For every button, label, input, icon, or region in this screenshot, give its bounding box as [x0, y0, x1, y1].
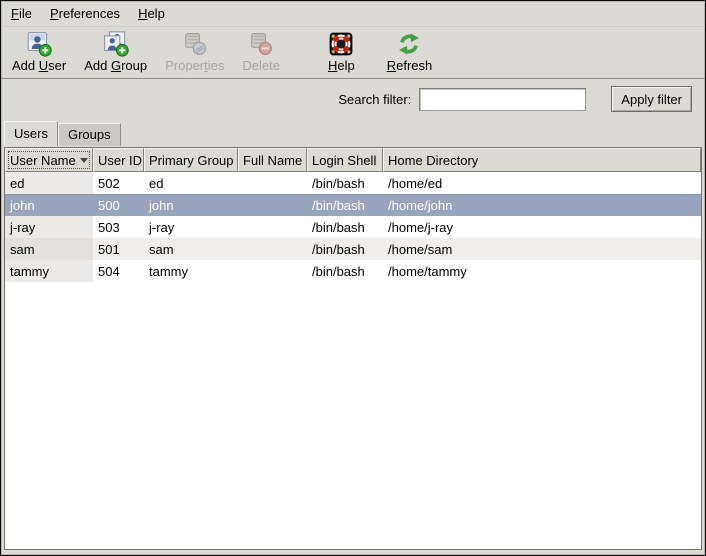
cell-full-name — [238, 216, 307, 238]
filter-bar: Search filter: Apply filter — [1, 79, 705, 119]
table-row-j-ray[interactable]: j-ray503j-ray/bin/bash/home/j-ray — [5, 216, 701, 238]
table-row-sam[interactable]: sam501sam/bin/bash/home/sam — [5, 238, 701, 260]
column-header-login-shell[interactable]: Login Shell — [307, 148, 383, 172]
properties-icon — [182, 31, 208, 57]
delete-label: Delete — [242, 58, 280, 73]
add-user-icon — [26, 31, 52, 57]
notebook-page-users: User Name User ID Primary Group Full Nam… — [1, 146, 705, 555]
cell-user-id: 504 — [93, 260, 144, 282]
cell-user-name: j-ray — [5, 216, 93, 238]
menu-preferences-label: references — [59, 6, 120, 21]
cell-login-shell: /bin/bash — [307, 238, 383, 260]
properties-label: Properties — [165, 58, 224, 73]
add-user-label: Add User — [12, 58, 66, 73]
apply-filter-button[interactable]: Apply filter — [611, 86, 692, 112]
cell-user-name: john — [5, 194, 93, 216]
user-manager-window: { "colors": { "window_bg": "#dcdad5", "s… — [0, 0, 706, 556]
add-user-button[interactable]: Add User — [4, 30, 74, 74]
menu-file-label: ile — [19, 6, 32, 21]
cell-login-shell: /bin/bash — [307, 260, 383, 282]
cell-user-name: ed — [5, 172, 93, 194]
column-header-home-directory[interactable]: Home Directory — [383, 148, 701, 172]
cell-login-shell: /bin/bash — [307, 172, 383, 194]
table-row-ed[interactable]: ed502ed/bin/bash/home/ed — [5, 172, 701, 194]
menu-help-label: elp — [147, 6, 164, 21]
cell-user-name: sam — [5, 238, 93, 260]
users-table-header: User Name User ID Primary Group Full Nam… — [5, 148, 701, 172]
search-filter-input[interactable] — [419, 88, 586, 111]
cell-primary-group: john — [144, 194, 238, 216]
table-row-john[interactable]: john500john/bin/bash/home/john — [5, 194, 701, 216]
cell-home-directory: /home/j-ray — [383, 216, 701, 238]
menu-file[interactable]: File — [2, 2, 41, 25]
tab-strip: Users Groups — [1, 119, 705, 146]
column-header-primary-group[interactable]: Primary Group — [144, 148, 238, 172]
column-header-user-name[interactable]: User Name — [5, 148, 93, 172]
cell-user-id: 500 — [93, 194, 144, 216]
menubar: File Preferences Help — [1, 1, 705, 27]
tab-users[interactable]: Users — [4, 121, 58, 146]
cell-full-name — [238, 194, 307, 216]
sort-down-icon — [80, 158, 88, 163]
cell-full-name — [238, 238, 307, 260]
add-group-label: Add Group — [84, 58, 147, 73]
menu-preferences-mnemonic: P — [50, 6, 59, 21]
cell-login-shell: /bin/bash — [307, 194, 383, 216]
cell-login-shell: /bin/bash — [307, 216, 383, 238]
cell-primary-group: sam — [144, 238, 238, 260]
cell-home-directory: /home/john — [383, 194, 701, 216]
cell-primary-group: j-ray — [144, 216, 238, 238]
cell-primary-group: tammy — [144, 260, 238, 282]
cell-user-id: 503 — [93, 216, 144, 238]
menu-help[interactable]: Help — [129, 2, 174, 25]
column-header-user-id[interactable]: User ID — [93, 148, 144, 172]
cell-user-id: 502 — [93, 172, 144, 194]
cell-full-name — [238, 172, 307, 194]
users-table: User Name User ID Primary Group Full Nam… — [4, 147, 702, 550]
add-group-button[interactable]: Add Group — [76, 30, 155, 74]
refresh-button[interactable]: Refresh — [379, 30, 441, 74]
cell-primary-group: ed — [144, 172, 238, 194]
toolbar: Add User Add Group Pro — [1, 27, 705, 79]
search-filter-label: Search filter: — [338, 92, 411, 107]
properties-button[interactable]: Properties — [157, 30, 232, 74]
refresh-icon — [396, 31, 422, 57]
cell-user-id: 501 — [93, 238, 144, 260]
help-icon — [328, 31, 354, 57]
delete-button[interactable]: Delete — [234, 30, 288, 74]
cell-user-name: tammy — [5, 260, 93, 282]
user-table-rows: ed502ed/bin/bash/home/edjohn500john/bin/… — [5, 172, 701, 549]
refresh-label: Refresh — [387, 58, 433, 73]
add-group-icon — [103, 31, 129, 57]
tab-groups[interactable]: Groups — [58, 123, 121, 146]
column-header-full-name[interactable]: Full Name — [238, 148, 307, 172]
cell-home-directory: /home/sam — [383, 238, 701, 260]
help-label: Help — [328, 58, 355, 73]
menu-preferences[interactable]: Preferences — [41, 2, 129, 25]
cell-home-directory: /home/ed — [383, 172, 701, 194]
cell-full-name — [238, 260, 307, 282]
delete-icon — [248, 31, 274, 57]
cell-home-directory: /home/tammy — [383, 260, 701, 282]
help-button[interactable]: Help — [320, 30, 363, 74]
table-row-tammy[interactable]: tammy504tammy/bin/bash/home/tammy — [5, 260, 701, 282]
menu-file-mnemonic: F — [11, 6, 19, 21]
